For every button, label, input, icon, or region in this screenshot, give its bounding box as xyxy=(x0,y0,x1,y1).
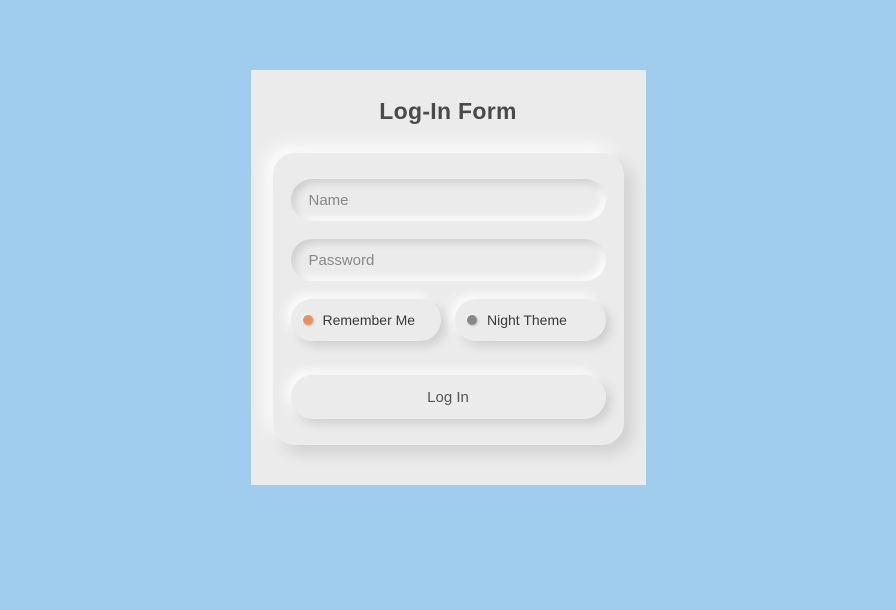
login-container: Log-In Form Remember Me Night Theme Log … xyxy=(251,70,646,485)
night-theme-toggle[interactable]: Night Theme xyxy=(455,299,606,341)
login-button[interactable]: Log In xyxy=(291,375,606,419)
remember-dot-icon xyxy=(303,315,313,325)
name-input[interactable] xyxy=(291,179,606,221)
password-input[interactable] xyxy=(291,239,606,281)
theme-label: Night Theme xyxy=(487,312,567,328)
theme-dot-icon xyxy=(467,315,477,325)
remember-me-toggle[interactable]: Remember Me xyxy=(291,299,442,341)
form-box: Remember Me Night Theme Log In xyxy=(273,153,624,445)
options-row: Remember Me Night Theme xyxy=(291,299,606,341)
page-title: Log-In Form xyxy=(273,98,624,125)
remember-label: Remember Me xyxy=(323,312,416,328)
